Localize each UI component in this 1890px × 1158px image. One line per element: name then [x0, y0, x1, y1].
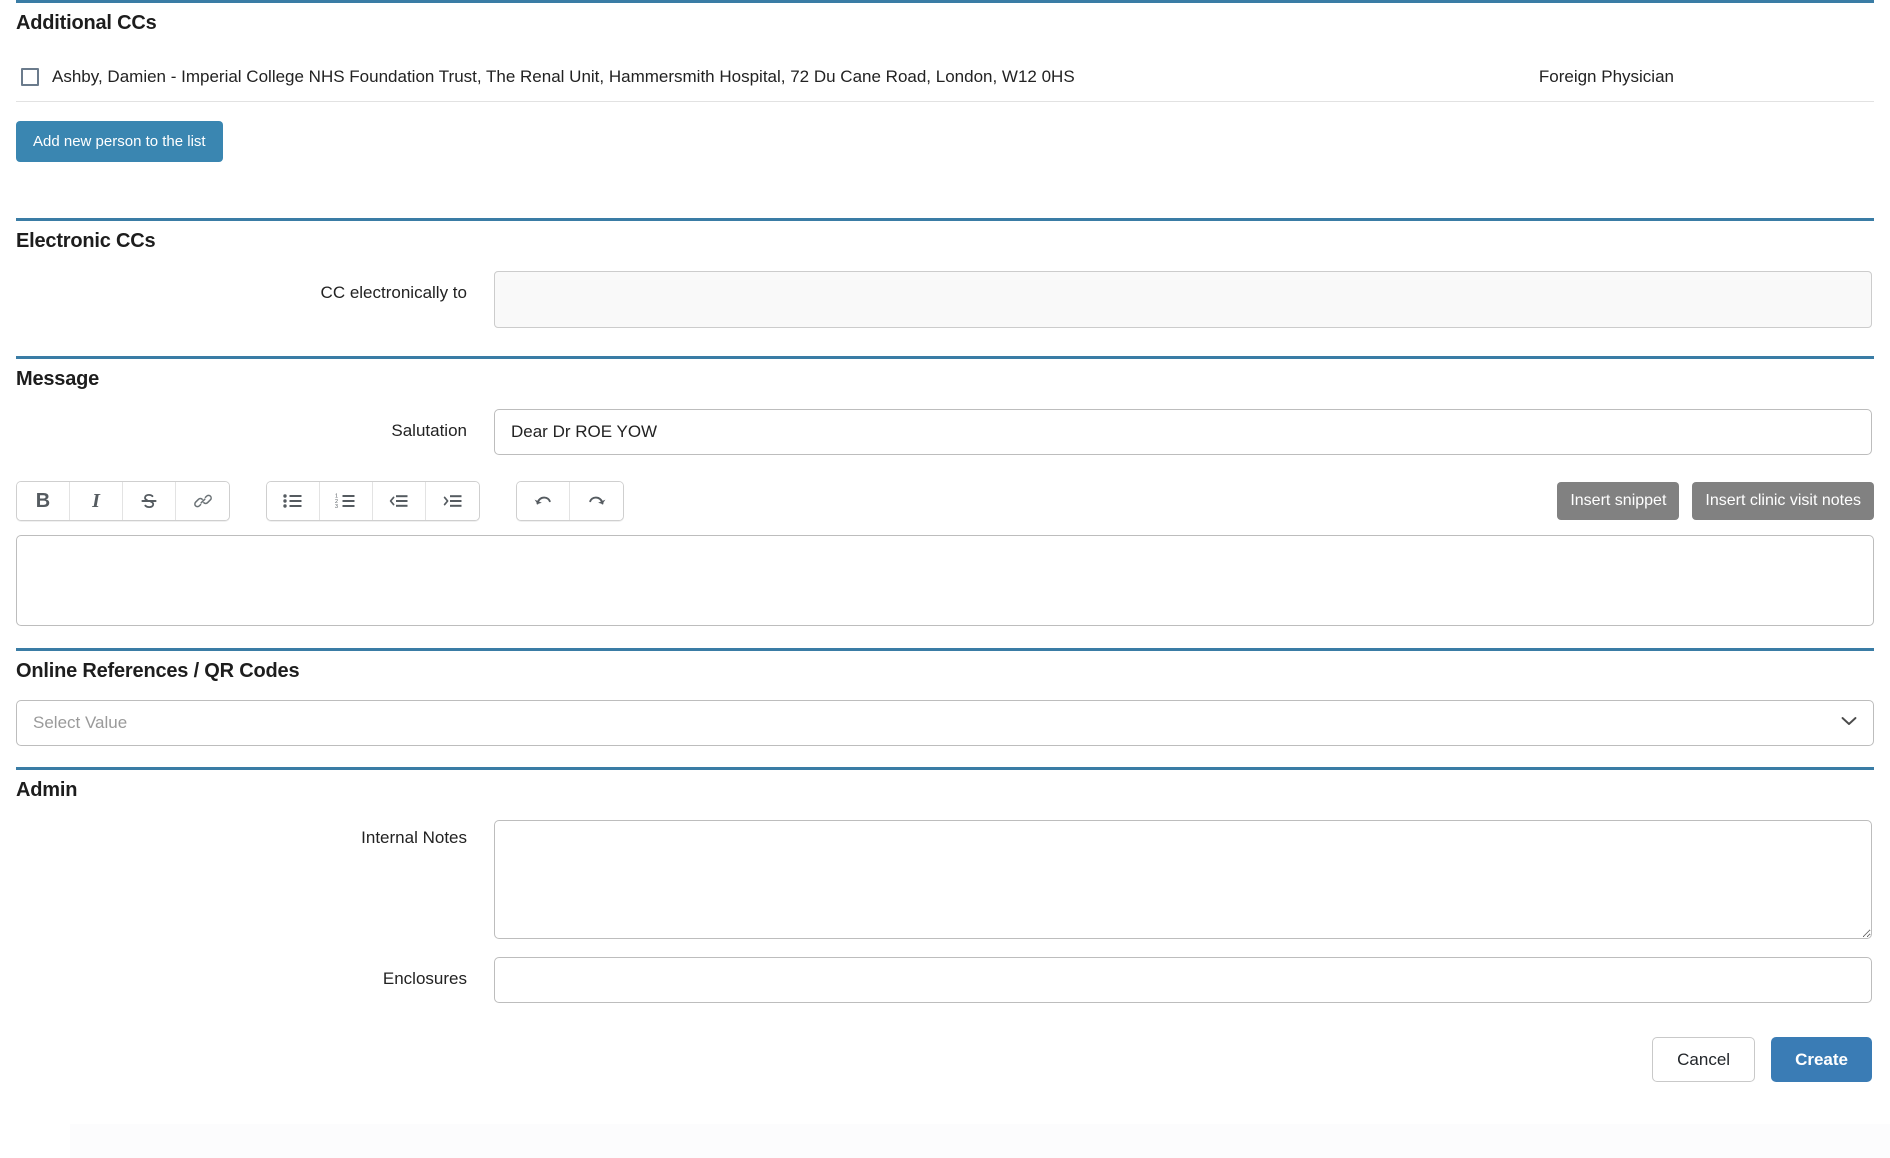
form-actions: Cancel Create: [16, 1037, 1874, 1082]
field-enclosures: Enclosures: [16, 957, 1874, 1003]
numbered-list-icon: 1 2 3: [335, 492, 357, 510]
insert-link-button[interactable]: [176, 482, 229, 520]
insert-clinic-visit-notes-button[interactable]: Insert clinic visit notes: [1692, 482, 1874, 520]
add-person-row: Add new person to the list: [16, 102, 1874, 192]
redo-button[interactable]: [570, 482, 623, 520]
online-references-select-value: Select Value: [33, 713, 128, 732]
editor-toolbar: B I 1 2 3 Insert snippet Insert clinic v…: [16, 481, 1874, 521]
cc-person-name: Ashby, Damien - Imperial College NHS Fou…: [52, 67, 1075, 86]
bullet-list-button[interactable]: [267, 482, 320, 520]
online-references-select-wrap: Select Value: [16, 700, 1874, 746]
bold-button[interactable]: B: [17, 482, 70, 520]
cc-person-type: Foreign Physician: [1538, 67, 1674, 86]
outdent-icon: [388, 492, 410, 510]
strikethrough-button[interactable]: [123, 482, 176, 520]
section-title-electronic-ccs: Electronic CCs: [16, 230, 156, 252]
section-title-online-references: Online References / QR Codes: [16, 660, 300, 682]
letter-create-form: Additional CCs Ashby, Damien - Imperial …: [0, 0, 1890, 1158]
toolbar-group-lists: 1 2 3: [266, 481, 480, 521]
enclosures-control: [494, 957, 1874, 1003]
indent-button[interactable]: [426, 482, 479, 520]
svg-text:3: 3: [335, 504, 338, 510]
italic-button[interactable]: I: [70, 482, 123, 520]
field-salutation: Salutation: [16, 409, 1874, 455]
enclosures-label: Enclosures: [382, 969, 467, 988]
redo-icon: [586, 492, 608, 510]
salutation-control: [494, 409, 1874, 455]
field-internal-notes: Internal Notes: [16, 820, 1874, 939]
salutation-label: Salutation: [391, 421, 467, 440]
section-admin: Admin Internal Notes Enclosures: [16, 767, 1874, 1003]
field-cc-electronically: CC electronically to: [16, 271, 1874, 328]
enclosures-input[interactable]: [494, 957, 1872, 1003]
bold-icon: B: [35, 489, 51, 512]
toolbar-group-format: B I: [16, 481, 230, 521]
section-additional-ccs: Additional CCs Ashby, Damien - Imperial …: [16, 0, 1874, 192]
online-references-select[interactable]: Select Value: [16, 700, 1874, 746]
undo-button[interactable]: [517, 482, 570, 520]
link-icon: [193, 491, 213, 511]
indent-icon: [442, 492, 464, 510]
salutation-input[interactable]: [494, 409, 1872, 455]
section-title-additional-ccs: Additional CCs: [16, 12, 157, 34]
internal-notes-label: Internal Notes: [361, 828, 467, 847]
cc-checkbox-cell: [16, 68, 52, 86]
section-online-references: Online References / QR Codes Select Valu…: [16, 648, 1874, 746]
create-button[interactable]: Create: [1771, 1037, 1872, 1082]
bullet-list-icon: [282, 492, 304, 510]
cc-select-checkbox[interactable]: [21, 68, 39, 86]
cc-electronically-input[interactable]: [494, 271, 1872, 328]
numbered-list-button[interactable]: 1 2 3: [320, 482, 373, 520]
internal-notes-textarea[interactable]: [494, 820, 1872, 939]
section-message: Message Salutation B I: [16, 356, 1874, 626]
strikethrough-icon: [139, 491, 159, 511]
internal-notes-control: [494, 820, 1874, 939]
form-content: Additional CCs Ashby, Damien - Imperial …: [0, 0, 1890, 1082]
cc-electronically-control: [494, 271, 1874, 328]
insert-snippet-button[interactable]: Insert snippet: [1557, 482, 1680, 520]
toolbar-group-history: [516, 481, 624, 521]
outdent-button[interactable]: [373, 482, 426, 520]
page-bottom-band: [0, 1124, 1890, 1158]
cc-electronically-label: CC electronically to: [320, 283, 467, 302]
cancel-button[interactable]: Cancel: [1652, 1037, 1756, 1082]
italic-icon: I: [92, 489, 100, 512]
add-new-person-button[interactable]: Add new person to the list: [16, 121, 223, 162]
message-body-editor[interactable]: [16, 535, 1874, 626]
section-title-admin: Admin: [16, 779, 78, 801]
table-row: Ashby, Damien - Imperial College NHS Fou…: [16, 55, 1874, 102]
section-electronic-ccs: Electronic CCs CC electronically to: [16, 218, 1874, 356]
section-title-message: Message: [16, 368, 100, 390]
undo-icon: [532, 492, 554, 510]
